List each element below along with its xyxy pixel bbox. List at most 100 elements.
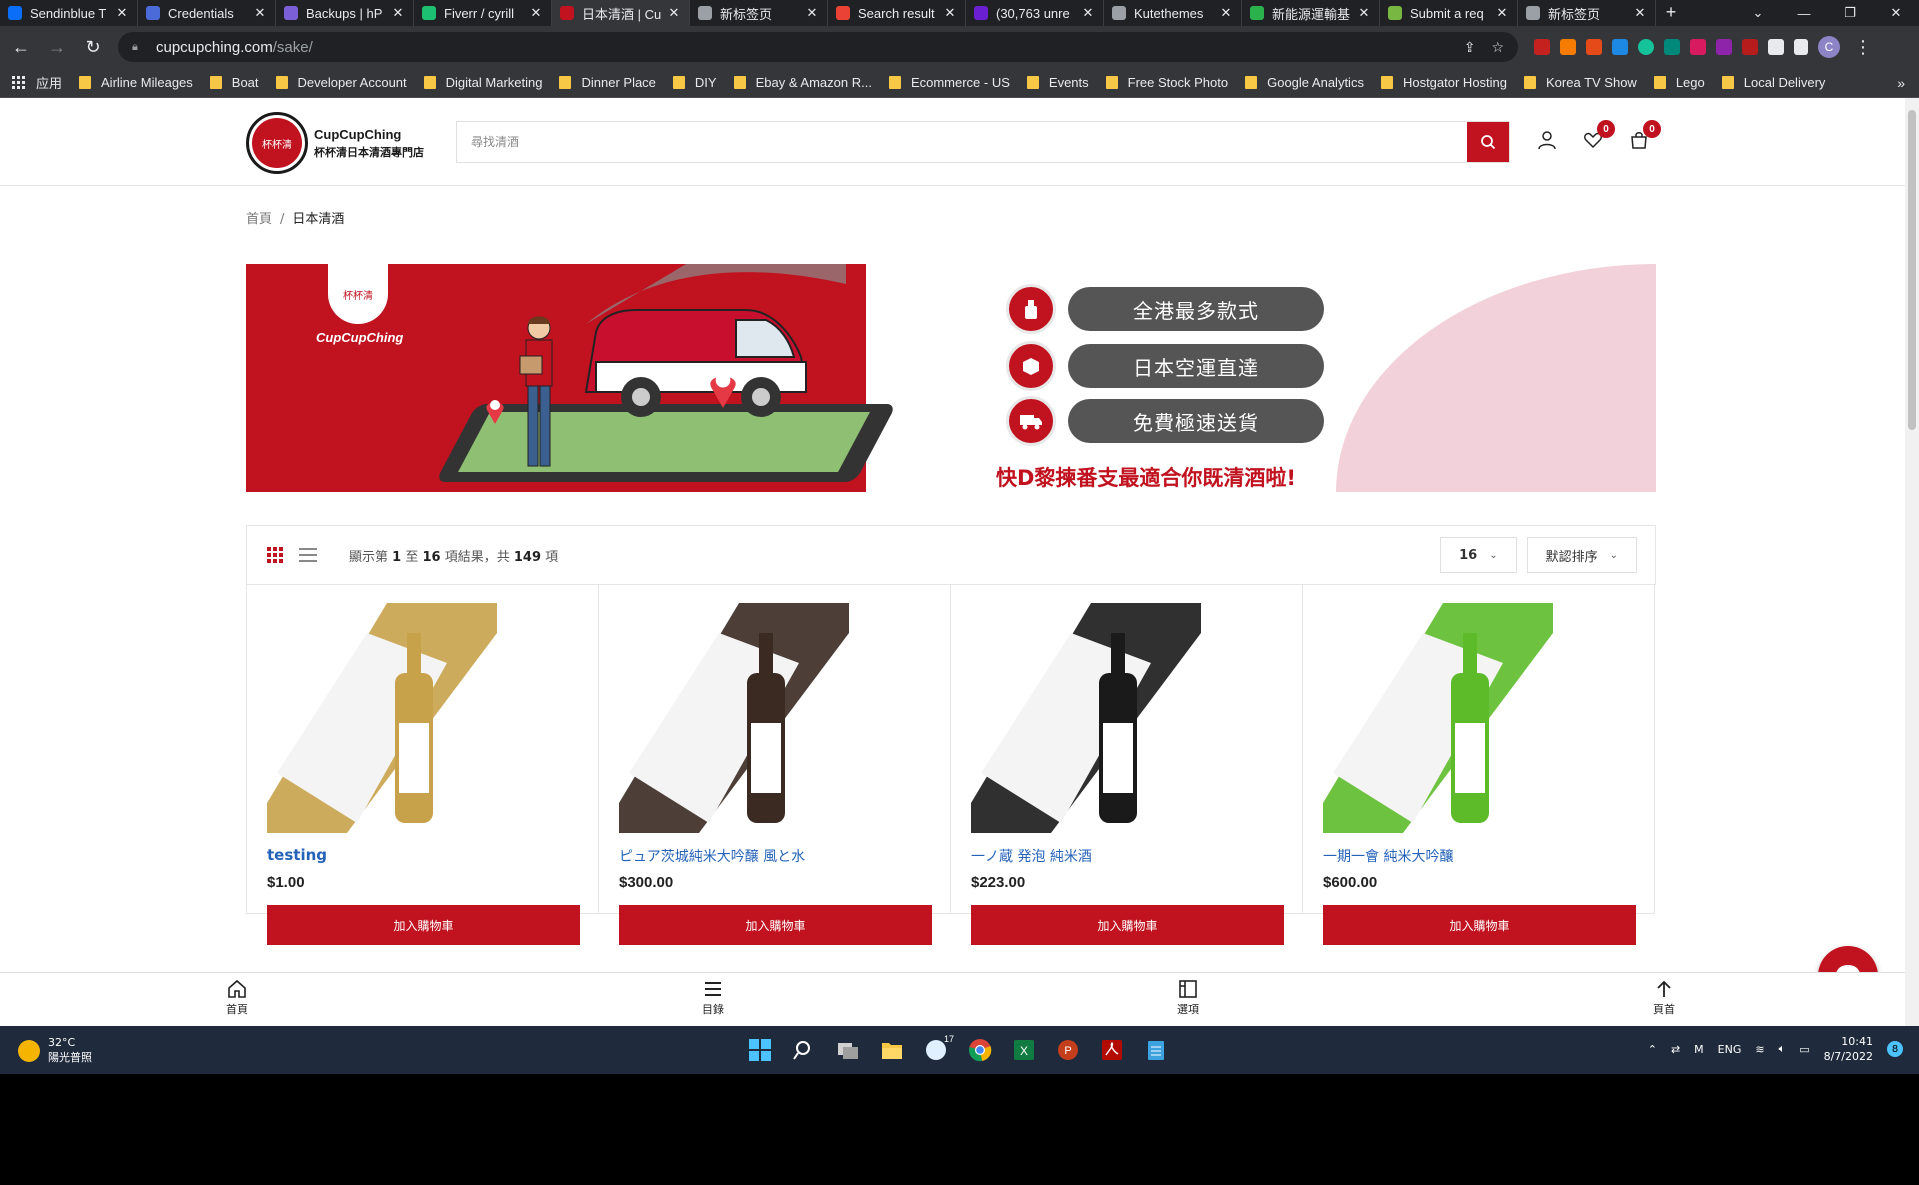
extension-m-icon[interactable] — [1534, 39, 1550, 55]
grid-view-icon[interactable] — [267, 547, 283, 563]
browser-tab[interactable]: Sendinblue T ✕ — [0, 0, 138, 26]
product-image[interactable] — [619, 603, 849, 833]
bookmark-item[interactable]: Free Stock Photo — [1105, 75, 1228, 90]
bookmark-star-icon[interactable]: ☆ — [1491, 39, 1504, 56]
forward-icon[interactable]: → — [42, 32, 72, 62]
file-explorer-icon[interactable] — [876, 1034, 908, 1066]
tab-close-icon[interactable]: ✕ — [1357, 5, 1371, 21]
acrobat-icon[interactable] — [1096, 1034, 1128, 1066]
browser-tab[interactable]: Backups | hP ✕ — [276, 0, 414, 26]
tab-close-icon[interactable]: ✕ — [529, 5, 543, 21]
account-icon[interactable] — [1535, 128, 1559, 152]
bottom-nav-home[interactable]: 首頁 — [207, 979, 267, 1017]
browser-tab[interactable]: Kutethemes ✕ — [1104, 0, 1242, 26]
profile-avatar[interactable]: C — [1818, 36, 1840, 58]
tab-close-icon[interactable]: ✕ — [1081, 5, 1095, 21]
bookmark-item[interactable]: Local Delivery — [1721, 75, 1825, 90]
tab-close-icon[interactable]: ✕ — [1633, 5, 1647, 21]
restore-icon[interactable]: ❐ — [1827, 0, 1873, 26]
browser-tab[interactable]: 新标签页 ✕ — [690, 0, 828, 26]
browser-tab[interactable]: Search result ✕ — [828, 0, 966, 26]
tray-app-icon[interactable]: ⇄ — [1671, 1043, 1680, 1056]
bookmark-item[interactable]: Dinner Place — [559, 75, 656, 90]
bookmark-item[interactable]: Boat — [209, 75, 259, 90]
notification-count-badge[interactable]: 8 — [1887, 1041, 1903, 1057]
tab-search-icon[interactable]: ⌄ — [1735, 0, 1781, 26]
chrome-icon[interactable] — [964, 1034, 996, 1066]
extension-calendar-icon[interactable] — [1716, 39, 1732, 55]
browser-tab[interactable]: Credentials ✕ — [138, 0, 276, 26]
tray-gmail-icon[interactable]: M — [1694, 1043, 1704, 1056]
extension-k-icon[interactable] — [1742, 39, 1758, 55]
input-language[interactable]: ENG — [1718, 1043, 1742, 1056]
extensions-puzzle-icon[interactable] — [1768, 39, 1784, 55]
browser-tab[interactable]: 日本清酒 | Cu ✕ — [552, 0, 690, 26]
site-logo[interactable]: 杯杯清 CupCupChing 杯杯清日本清酒專門店 — [246, 108, 436, 178]
bookmark-item[interactable]: Events — [1026, 75, 1089, 90]
extension-puzzle-icon[interactable] — [1586, 39, 1602, 55]
add-to-cart-button[interactable]: 加入購物車 — [1323, 905, 1636, 945]
search-input[interactable] — [457, 122, 1467, 162]
bottom-nav-menu[interactable]: 目錄 — [683, 979, 743, 1017]
tab-close-icon[interactable]: ✕ — [391, 5, 405, 21]
product-name-link[interactable]: testing — [267, 846, 327, 864]
browser-tab[interactable]: Submit a req ✕ — [1380, 0, 1518, 26]
bottom-nav-options[interactable]: 選項 — [1158, 979, 1218, 1017]
bookmarks-overflow-button[interactable]: » — [1897, 75, 1905, 91]
product-image[interactable] — [267, 603, 497, 833]
task-view-icon[interactable] — [832, 1034, 864, 1066]
new-tab-button[interactable]: + — [1656, 0, 1686, 26]
back-icon[interactable]: ← — [6, 32, 36, 62]
product-name-link[interactable]: 一ノ蔵 発泡 純米酒 — [971, 846, 1092, 866]
bookmark-item[interactable]: Lego — [1653, 75, 1705, 90]
bookmark-item[interactable]: Developer Account — [275, 75, 407, 90]
side-panel-icon[interactable] — [1794, 39, 1808, 55]
reload-icon[interactable]: ↻ — [78, 32, 108, 62]
bookmark-item[interactable]: Ecommerce - US — [888, 75, 1010, 90]
search-button[interactable] — [1467, 122, 1509, 162]
add-to-cart-button[interactable]: 加入購物車 — [619, 905, 932, 945]
bottom-nav-top[interactable]: 頁首 — [1634, 979, 1694, 1017]
bookmark-item[interactable]: Google Analytics — [1245, 75, 1364, 90]
tab-close-icon[interactable]: ✕ — [1495, 5, 1509, 21]
tab-close-icon[interactable]: ✕ — [253, 5, 267, 21]
windows-start-icon[interactable] — [744, 1034, 776, 1066]
bookmark-item[interactable]: Digital Marketing — [423, 75, 542, 90]
product-name-link[interactable]: 一期一會 純米大吟釀 — [1323, 846, 1453, 866]
breadcrumb-home-link[interactable]: 首頁 — [246, 212, 272, 227]
browser-tab[interactable]: 新标签页 ✕ — [1518, 0, 1656, 26]
volume-icon[interactable]: 🔈︎ — [1779, 1042, 1786, 1056]
sort-select[interactable]: 默認排序 ⌄ — [1526, 537, 1637, 573]
tab-close-icon[interactable]: ✕ — [943, 5, 957, 21]
tray-chevron-up-icon[interactable]: ⌃ — [1648, 1043, 1657, 1056]
extension-arrow-icon[interactable] — [1560, 39, 1576, 55]
address-bar[interactable]: 🔒︎ cupcupching.com/sake/ ⇪ ☆ — [118, 32, 1518, 62]
browser-tab[interactable]: Fiverr / cyrill ✕ — [414, 0, 552, 26]
wishlist-heart-icon[interactable]: 0 — [1581, 120, 1615, 152]
bookmark-item[interactable]: 应用 — [12, 73, 62, 92]
bookmark-item[interactable]: Airline Mileages — [79, 75, 193, 90]
bookmark-item[interactable]: DIY — [672, 75, 717, 90]
tab-close-icon[interactable]: ✕ — [667, 5, 681, 21]
tab-close-icon[interactable]: ✕ — [805, 5, 819, 21]
powerpoint-icon[interactable]: P — [1052, 1034, 1084, 1066]
grammarly-icon[interactable] — [1638, 39, 1654, 55]
notepad-icon[interactable] — [1140, 1034, 1172, 1066]
weather-widget[interactable]: 32°C 陽光普照 — [18, 1036, 92, 1065]
scrollbar-thumb[interactable] — [1908, 110, 1916, 430]
browser-menu-icon[interactable]: ⋮ — [1848, 32, 1878, 62]
close-window-icon[interactable]: ✕ — [1873, 0, 1919, 26]
per-page-select[interactable]: 16 ⌄ — [1440, 537, 1517, 573]
wifi-icon[interactable]: ≋ — [1755, 1043, 1764, 1056]
extension-globe-icon[interactable] — [1664, 39, 1680, 55]
bookmark-item[interactable]: Ebay & Amazon R... — [733, 75, 872, 90]
product-name-link[interactable]: ピュア茨城純米大吟醸 風と水 — [619, 846, 805, 866]
clock[interactable]: 10:41 8/7/2022 — [1824, 1034, 1873, 1064]
extension-screen-icon[interactable] — [1612, 39, 1628, 55]
browser-tab[interactable]: (30,763 unre ✕ — [966, 0, 1104, 26]
app-with-badge-icon[interactable]: 17 — [920, 1034, 954, 1066]
search-icon[interactable] — [788, 1034, 820, 1066]
promo-banner[interactable]: 杯杯清 CupCupChing 全港最多款式 日本空運直達 免費極速送貨 快D黎… — [246, 264, 1656, 492]
list-view-icon[interactable] — [299, 548, 317, 562]
minimize-icon[interactable]: — — [1781, 0, 1827, 26]
